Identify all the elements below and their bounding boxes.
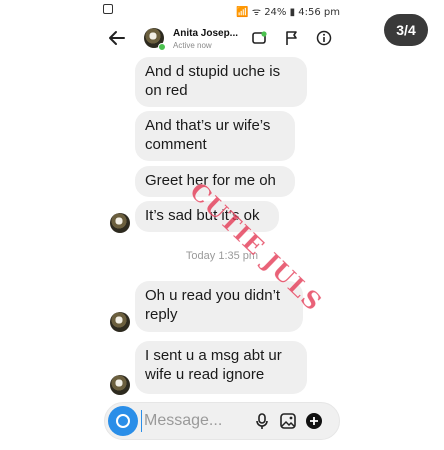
message-bubble[interactable]: Greet her for me oh <box>135 166 295 197</box>
microphone-icon[interactable] <box>253 412 271 430</box>
message-bubble[interactable]: And d stupid uche is on red <box>135 57 307 107</box>
message-bubble[interactable]: Oh u read you didn’t reply <box>135 281 303 332</box>
message-composer <box>104 402 340 440</box>
message-bubble[interactable]: And that’s ur wife’s comment <box>135 111 295 161</box>
page-counter-badge: 3/4 <box>384 14 428 46</box>
sender-avatar[interactable] <box>110 312 130 332</box>
video-call-icon[interactable] <box>251 30 267 46</box>
status-bar-info: 📶 ᯤ 24% ▮ 4:56 pm <box>236 7 340 18</box>
message-input[interactable] <box>141 410 244 432</box>
notification-icon <box>103 4 113 14</box>
flag-icon[interactable] <box>284 30 300 46</box>
status-bar: 📶 ᯤ 24% ▮ 4:56 pm <box>0 0 444 20</box>
sender-avatar[interactable] <box>110 375 130 395</box>
contact-name[interactable]: Anita Josep... <box>173 28 238 39</box>
chat-screen: 📶 ᯤ 24% ▮ 4:56 pm Anita Josep... Active … <box>0 0 444 450</box>
message-bubble[interactable]: It’s sad but it’s ok <box>135 201 279 232</box>
info-icon[interactable] <box>316 30 332 46</box>
message-timestamp: Today 1:35 pm <box>185 250 259 262</box>
add-icon[interactable] <box>305 412 323 430</box>
arrow-left-icon[interactable] <box>108 29 126 51</box>
sender-avatar[interactable] <box>110 213 130 233</box>
message-bubble[interactable]: I sent u a msg abt ur wife u read ignore <box>135 341 307 394</box>
contact-status: Active now <box>173 41 212 50</box>
online-indicator <box>158 43 166 51</box>
camera-icon[interactable] <box>108 406 138 436</box>
chat-header: Anita Josep... Active now <box>0 20 444 60</box>
gallery-icon[interactable] <box>279 412 297 430</box>
